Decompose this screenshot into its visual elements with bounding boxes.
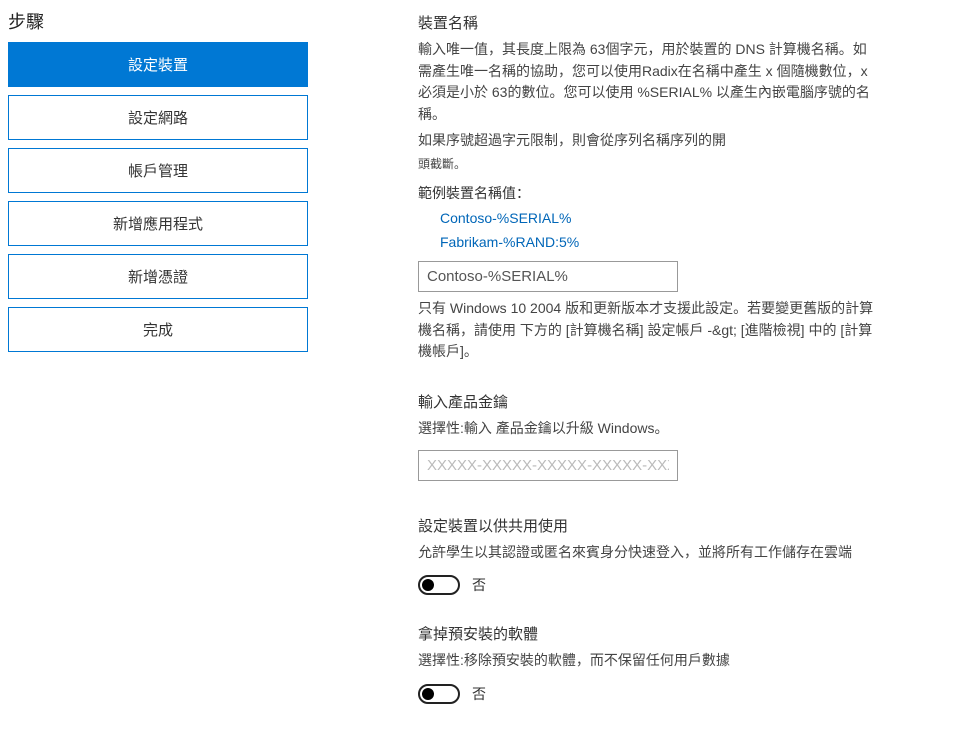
product-key-title: 輸入產品金鑰 <box>418 391 878 412</box>
product-key-desc: 選擇性:輸入 產品金鑰以升級 Windows。 <box>418 418 878 440</box>
step-finish[interactable]: 完成 <box>8 307 308 352</box>
shared-use-toggle-label: 否 <box>472 575 486 595</box>
device-name-example-label: 範例裝置名稱值： <box>418 183 878 203</box>
product-key-input[interactable] <box>418 450 678 481</box>
step-add-apps[interactable]: 新增應用程式 <box>8 201 308 246</box>
remove-preinstalled-toggle-label: 否 <box>472 684 486 704</box>
step-add-certificates[interactable]: 新增憑證 <box>8 254 308 299</box>
device-name-desc2: 如果序號超過字元限制，則會從序列名稱序列的開 <box>418 130 878 152</box>
shared-use-desc: 允許學生以其認證或匿名來賓身分快速登入，並將所有工作儲存在雲端 <box>418 542 878 564</box>
shared-use-toggle[interactable] <box>418 575 460 595</box>
sidebar-title: 步驟 <box>8 8 308 34</box>
device-name-title: 裝置名稱 <box>418 12 878 33</box>
sidebar: 步驟 設定裝置 設定網路 帳戶管理 新增應用程式 新增憑證 完成 <box>8 8 308 732</box>
remove-preinstalled-toggle-row: 否 <box>418 684 878 704</box>
shared-use-section: 設定裝置以供共用使用 允許學生以其認證或匿名來賓身分快速登入，並將所有工作儲存在… <box>418 515 878 596</box>
remove-preinstalled-title: 拿掉預安裝的軟體 <box>418 623 878 644</box>
device-name-section: 裝置名稱 輸入唯一值，其長度上限為 63個字元，用於裝置的 DNS 計算機名稱。… <box>418 12 878 363</box>
shared-use-title: 設定裝置以供共用使用 <box>418 515 878 536</box>
remove-preinstalled-toggle[interactable] <box>418 684 460 704</box>
toggle-knob-icon <box>422 579 434 591</box>
device-name-input[interactable] <box>418 261 678 292</box>
shared-use-toggle-row: 否 <box>418 575 878 595</box>
device-name-note: 只有 Windows 10 2004 版和更新版本才支援此設定。若要變更舊版的計… <box>418 298 878 363</box>
step-setup-network[interactable]: 設定網路 <box>8 95 308 140</box>
device-name-desc1: 輸入唯一值，其長度上限為 63個字元，用於裝置的 DNS 計算機名稱。如需產生唯… <box>418 39 878 126</box>
remove-preinstalled-section: 拿掉預安裝的軟體 選擇性:移除預安裝的軟體，而不保留任何用戶數據 否 <box>418 623 878 704</box>
toggle-knob-icon <box>422 688 434 700</box>
remove-preinstalled-desc: 選擇性:移除預安裝的軟體，而不保留任何用戶數據 <box>418 650 878 672</box>
product-key-section: 輸入產品金鑰 選擇性:輸入 產品金鑰以升級 Windows。 <box>418 391 878 487</box>
main-content: 裝置名稱 輸入唯一值，其長度上限為 63個字元，用於裝置的 DNS 計算機名稱。… <box>418 8 878 732</box>
step-setup-device[interactable]: 設定裝置 <box>8 42 308 87</box>
step-account-management[interactable]: 帳戶管理 <box>8 148 308 193</box>
device-name-desc3: 頭截斷。 <box>418 155 878 173</box>
device-name-example2[interactable]: Fabrikam-%RAND:5% <box>440 231 878 255</box>
device-name-example1[interactable]: Contoso-%SERIAL% <box>440 207 878 231</box>
